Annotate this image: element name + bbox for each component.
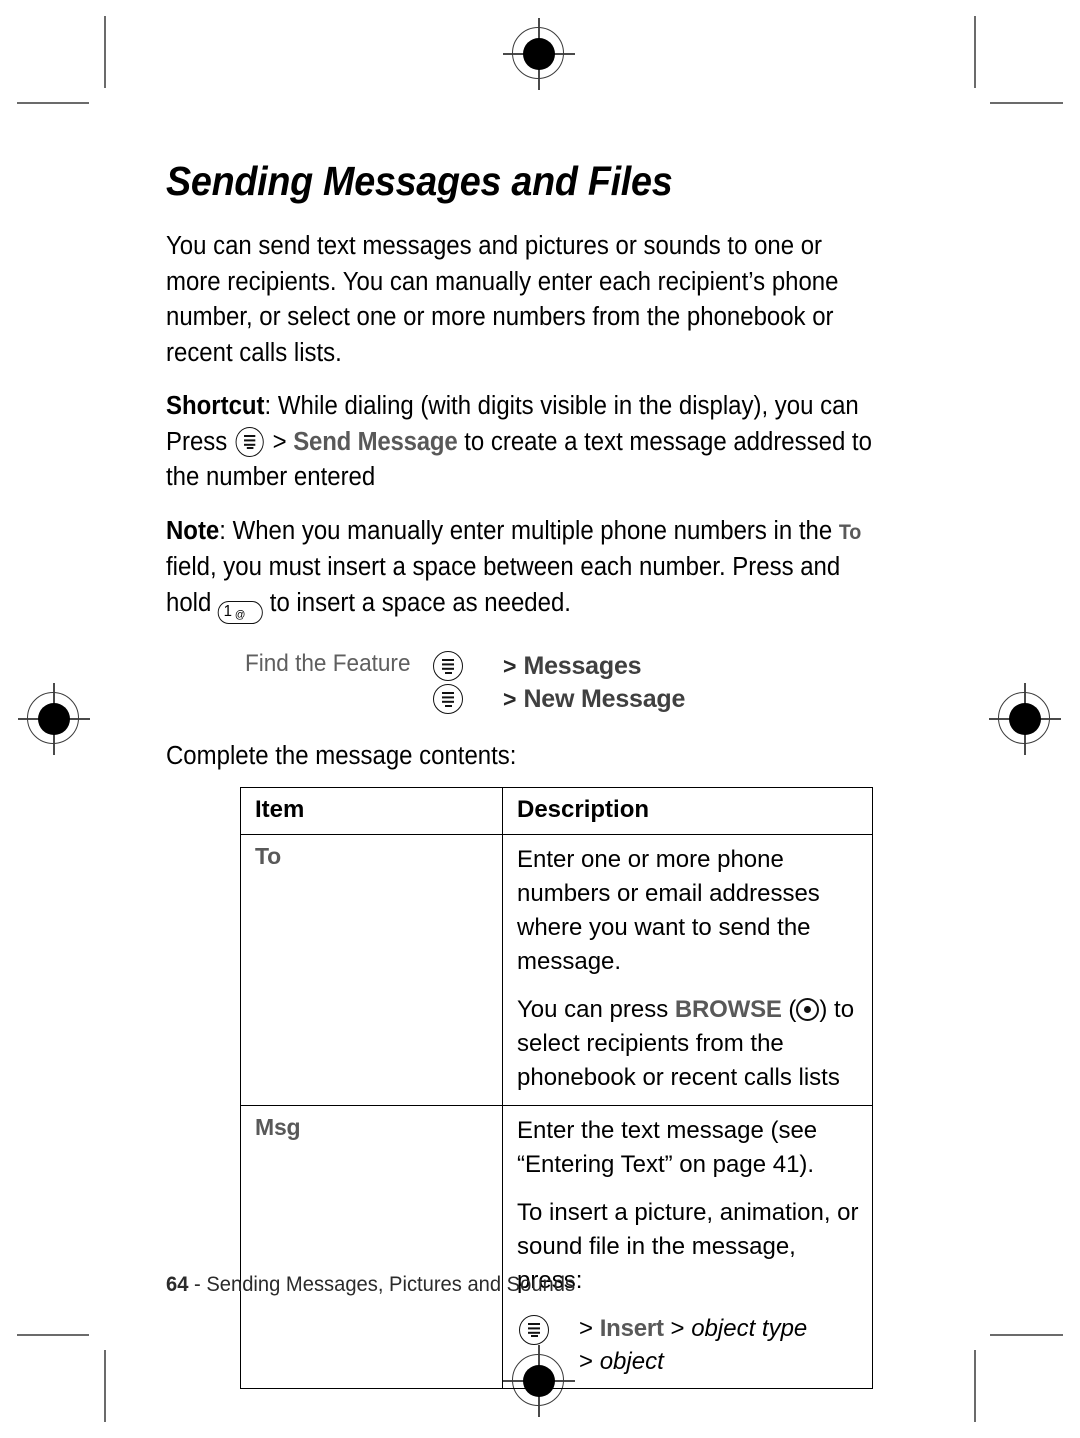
row-description-msg: Enter the text message (see “Entering Te… (502, 1104, 873, 1389)
column-header-description: Description (502, 786, 873, 835)
insert-menu-path: > Insert > object type > object (517, 1312, 860, 1378)
insert-object-type: object type (691, 1314, 808, 1342)
shortcut-menu-item: Send Message (293, 427, 458, 456)
registration-target-top (503, 18, 575, 90)
table-header-row: Item Description (240, 786, 873, 835)
insert-menu-label: Insert (599, 1314, 664, 1342)
registration-disc (38, 703, 70, 735)
note-paragraph: Note: When you manually enter multiple p… (166, 514, 878, 624)
insert-arrow-2: > (670, 1314, 685, 1342)
row-item-msg: Msg (240, 1104, 503, 1389)
menu-key-icon (433, 651, 463, 682)
key-symbol: @ (234, 608, 246, 621)
crop-mark (974, 1350, 976, 1422)
document-page: Sending Messages and Files You can send … (0, 0, 1080, 1438)
description-paragraph: Enter one or more phone numbers or email… (517, 845, 820, 975)
find-the-feature-block: Find the Feature > Messages > New Messag… (166, 650, 878, 716)
note-label: Note (166, 516, 220, 545)
browse-soft-key-label: BROWSE (674, 995, 782, 1023)
registration-target-right (989, 683, 1061, 755)
page-content: Sending Messages and Files You can send … (166, 158, 878, 1389)
insert-object: object (599, 1347, 664, 1375)
crop-mark (990, 102, 1063, 104)
crop-mark (17, 1334, 89, 1336)
intro-paragraph: You can send text messages and pictures … (166, 232, 839, 367)
path-menu-name: New Message (523, 684, 686, 713)
insert-path-lines: > Insert > object type > object (579, 1312, 807, 1378)
menu-key-cell (431, 684, 503, 715)
registration-target-left (18, 683, 90, 755)
description-paragraph: Enter the text message (see “Entering Te… (517, 1116, 818, 1178)
footer-page-number: 64 (166, 1273, 189, 1296)
browse-instruction: You can press BROWSE () to select recipi… (517, 995, 855, 1091)
menu-key-icon (235, 426, 265, 457)
note-text-3: to insert a space as needed. (269, 588, 571, 617)
page-title: Sending Messages and Files (166, 158, 673, 204)
insert-arrow-1: > (579, 1314, 594, 1342)
crop-mark (104, 1350, 106, 1422)
crop-mark (104, 16, 106, 88)
menu-key-icon (519, 1314, 549, 1345)
path-arrow: > (503, 652, 517, 679)
find-the-feature-label: Find the Feature (244, 649, 411, 677)
column-header-item: Item (240, 786, 503, 835)
shortcut-label: Shortcut (166, 392, 265, 421)
path-arrow: > (503, 685, 517, 712)
path-menu-name: Messages (523, 651, 642, 680)
table-row: Msg Enter the text message (see “Enterin… (240, 1104, 873, 1389)
shortcut-separator: > (272, 427, 287, 456)
crop-mark (990, 1334, 1063, 1336)
registration-disc (523, 38, 555, 70)
registration-disc (1009, 703, 1041, 735)
menu-key-cell (431, 651, 503, 682)
note-text-1: : When you manually enter multiple phone… (219, 516, 833, 545)
note-field-name: To (838, 520, 862, 544)
one-key-icon: 1 @ (217, 600, 264, 624)
crop-mark (17, 102, 89, 104)
row-description-to: Enter one or more phone numbers or email… (502, 833, 873, 1106)
complete-contents-line: Complete the message contents: (166, 741, 517, 770)
find-the-feature-paths: > Messages > New Message (431, 650, 685, 716)
row-item-to: To (240, 833, 503, 1106)
feature-path-row: > New Message (431, 683, 685, 716)
crop-mark (974, 16, 976, 88)
feature-path-row: > Messages (431, 650, 685, 683)
insert-arrow-3: > (579, 1347, 594, 1375)
key-digit: 1 (223, 602, 233, 620)
footer-section-title: - Sending Messages, Pictures and Sounds (194, 1273, 576, 1296)
menu-key-icon (433, 684, 463, 715)
dot-key-icon (796, 997, 820, 1021)
page-footer: 64 - Sending Messages, Pictures and Soun… (166, 1273, 575, 1297)
message-contents-table: Item Description To Enter one or more ph… (240, 786, 873, 1389)
browse-text-before: You can press (517, 995, 669, 1023)
table-row: To Enter one or more phone numbers or em… (240, 833, 873, 1106)
menu-key-cell (517, 1312, 579, 1348)
shortcut-paragraph: Shortcut: While dialing (with digits vis… (166, 389, 878, 496)
